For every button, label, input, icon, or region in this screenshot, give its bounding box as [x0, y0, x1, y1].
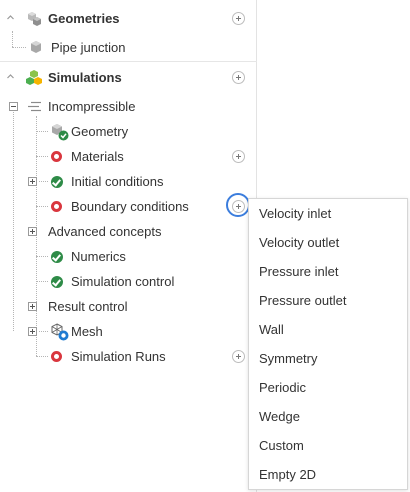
tree-item-label: Result control [48, 299, 128, 314]
menu-item-custom[interactable]: Custom [249, 431, 407, 460]
geometry-part-icon [31, 41, 41, 53]
chevron-up-icon[interactable] [6, 13, 15, 22]
menu-item-wedge[interactable]: Wedge [249, 402, 407, 431]
incomplete-status-icon [51, 351, 62, 362]
add-boundary-condition-menu: Velocity inlet Velocity outlet Pressure … [248, 198, 408, 490]
complete-status-icon [51, 176, 63, 188]
tree-guide [36, 206, 48, 207]
tree-item-materials[interactable]: Materials [0, 144, 257, 169]
tree-item-label: Advanced concepts [48, 224, 162, 239]
tree-item-advanced-concepts[interactable]: Advanced concepts [0, 219, 257, 244]
tree-guide [36, 281, 48, 282]
tree-item-numerics[interactable]: Numerics [0, 244, 257, 269]
geometries-label: Geometries [48, 11, 120, 26]
add-material-button[interactable] [232, 150, 245, 163]
tree-item-pipe-junction[interactable]: Pipe junction [0, 35, 257, 60]
tree-item-incompressible[interactable]: Incompressible [0, 94, 257, 119]
add-simulation-run-button[interactable] [232, 350, 245, 363]
tree-guide [36, 256, 48, 257]
tree-item-label: Mesh [71, 324, 103, 339]
tree-item-label: Numerics [71, 249, 126, 264]
tree-item-label: Initial conditions [71, 174, 164, 189]
simulation-type-icon [28, 101, 41, 112]
menu-item-symmetry[interactable]: Symmetry [249, 344, 407, 373]
incomplete-status-icon [51, 201, 62, 212]
geometries-section-header[interactable]: Geometries [0, 6, 257, 31]
tree-item-label: Geometry [71, 124, 129, 139]
tree-item-initial-conditions[interactable]: Initial conditions [0, 169, 257, 194]
expand-toggle[interactable] [28, 227, 37, 236]
tree-item-label: Pipe junction [51, 40, 126, 55]
tree-item-geometry[interactable]: Geometry [0, 119, 257, 144]
tree-item-label: Simulation control [71, 274, 175, 289]
complete-status-icon [51, 276, 63, 288]
tree-item-mesh[interactable]: Mesh [0, 319, 257, 344]
tree-item-label: Boundary conditions [71, 199, 189, 214]
expand-toggle[interactable] [28, 177, 37, 186]
tree-item-boundary-conditions[interactable]: Boundary conditions [0, 194, 257, 219]
geometries-icon [28, 12, 41, 26]
menu-item-velocity-outlet[interactable]: Velocity outlet [249, 228, 407, 257]
menu-item-empty-2d[interactable]: Empty 2D [249, 460, 407, 489]
tree-guide [39, 181, 48, 182]
tree-guide [36, 131, 48, 132]
mesh-icon [51, 323, 69, 341]
tree-guide [36, 356, 48, 357]
expand-toggle[interactable] [28, 327, 37, 336]
collapse-toggle[interactable] [9, 102, 18, 111]
add-simulation-button[interactable] [232, 71, 245, 84]
expand-toggle[interactable] [28, 302, 37, 311]
tree-item-label: Incompressible [48, 99, 136, 114]
add-geometry-button[interactable] [232, 12, 245, 25]
menu-item-periodic[interactable]: Periodic [249, 373, 407, 402]
menu-item-pressure-outlet[interactable]: Pressure outlet [249, 286, 407, 315]
tree-item-result-control[interactable]: Result control [0, 294, 257, 319]
tree-item-simulation-runs[interactable]: Simulation Runs [0, 344, 257, 369]
section-divider [0, 61, 257, 62]
chevron-up-icon[interactable] [6, 72, 15, 81]
menu-item-pressure-inlet[interactable]: Pressure inlet [249, 257, 407, 286]
incomplete-status-icon [51, 151, 62, 162]
simulation-tree-panel: Geometries Pipe junction Simulations Inc… [0, 0, 257, 492]
tree-item-simulation-control[interactable]: Simulation control [0, 269, 257, 294]
menu-item-wall[interactable]: Wall [249, 315, 407, 344]
tree-item-label: Simulation Runs [71, 349, 166, 364]
complete-status-icon [51, 251, 63, 263]
simulations-icon [26, 70, 42, 85]
tree-item-label: Materials [71, 149, 124, 164]
tree-guide [36, 156, 48, 157]
focus-indicator [226, 193, 250, 217]
tree-guide [39, 331, 48, 332]
geometry-assignment-icon [52, 124, 69, 141]
simulations-label: Simulations [48, 70, 122, 85]
menu-item-velocity-inlet[interactable]: Velocity inlet [249, 199, 407, 228]
simulations-section-header[interactable]: Simulations [0, 65, 257, 90]
